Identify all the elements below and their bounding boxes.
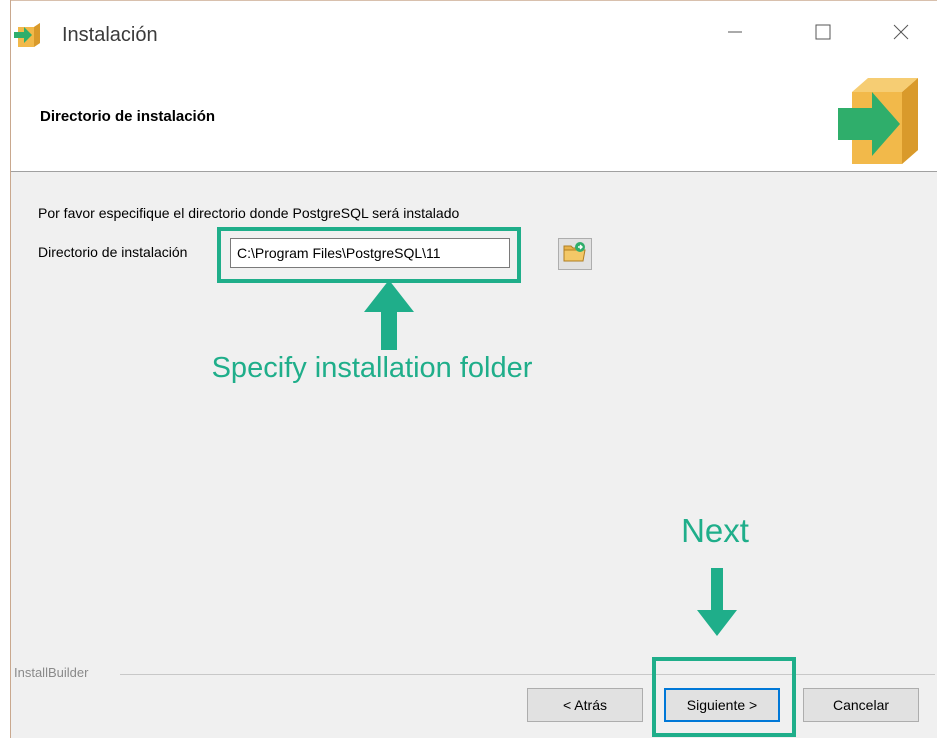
annotation-next: Next: [681, 512, 749, 549]
close-button[interactable]: [878, 14, 924, 54]
close-icon: [893, 24, 909, 45]
footer-divider: [120, 674, 935, 675]
cancel-button[interactable]: Cancelar: [803, 688, 919, 722]
app-icon: [14, 22, 44, 48]
minimize-button[interactable]: [712, 14, 758, 54]
window-title: Instalación: [62, 24, 158, 46]
instruction-text: Por favor especifique el directorio dond…: [38, 205, 460, 221]
installer-box-arrow-icon: [838, 74, 926, 166]
brand-label: InstallBuilder: [14, 665, 93, 680]
input-highlight-box: [217, 227, 521, 283]
maximize-button[interactable]: [800, 14, 846, 54]
minimize-icon: [728, 25, 742, 44]
next-highlight-box: [652, 657, 796, 737]
maximize-icon: [815, 24, 831, 45]
annotation-specify-folder: Specify installation folder: [211, 352, 533, 384]
directory-label: Directorio de instalación: [38, 244, 188, 260]
folder-browse-icon: [563, 241, 587, 268]
arrow-up-icon: [364, 280, 414, 355]
back-button[interactable]: < Atrás: [527, 688, 643, 722]
arrow-down-icon: [697, 568, 737, 641]
browse-button[interactable]: [558, 238, 592, 270]
page-title: Directorio de instalación: [40, 108, 216, 125]
